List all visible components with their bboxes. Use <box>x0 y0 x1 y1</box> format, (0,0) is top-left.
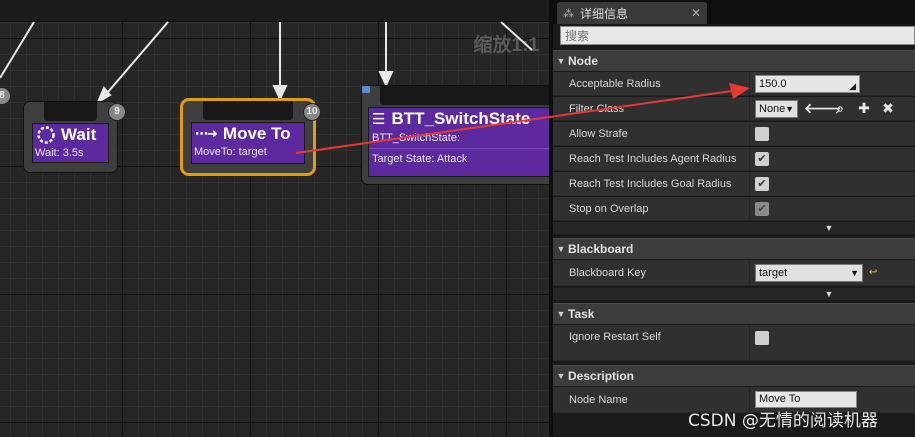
prop-row-blackboard-key: Blackboard Key target ▼ ↩ <box>553 260 915 286</box>
collapse-arrow-icon: ▼ <box>556 371 566 381</box>
details-panel: ⁂ 详细信息 ✕ ▼ Node Acceptable Radius 150.0 … <box>549 0 915 437</box>
move-to-node[interactable]: ⋯➜ Move To MoveTo: target <box>183 101 313 173</box>
blackboard-advanced-expander[interactable]: ▼ <box>553 288 915 300</box>
wire-4-arrowhead <box>378 71 394 88</box>
section-blackboard-title: Blackboard <box>568 242 634 256</box>
prop-row-acceptable-radius: Acceptable Radius 150.0 ◢ <box>553 72 915 96</box>
allow-strafe-checkbox[interactable] <box>755 126 769 141</box>
reach-agent-label: Reach Test Includes Agent Radius <box>553 147 750 170</box>
chevron-down-icon: ▼ <box>850 267 859 278</box>
move-arrow-icon: ⋯➜ <box>195 126 218 141</box>
wire-2 <box>107 21 169 93</box>
wait-node[interactable]: Wait Wait: 3.5s <box>24 102 117 172</box>
btt-node-subtitle: BTT_SwitchState: <box>372 132 461 144</box>
browse-search-icon[interactable]: ⌕ <box>828 100 852 117</box>
section-task-title: Task <box>568 307 595 321</box>
clear-icon[interactable]: ✖ <box>876 100 900 117</box>
details-tab-icon: ⁂ <box>563 7 574 20</box>
collapse-arrow-icon: ▼ <box>556 56 566 66</box>
move-to-node-subtitle: MoveTo: target <box>194 146 267 158</box>
expand-arrow-icon: ▼ <box>824 223 834 233</box>
details-search-input[interactable] <box>560 26 915 45</box>
prop-row-reach-agent: Reach Test Includes Agent Radius ✔ <box>553 147 915 171</box>
acceptable-radius-value: 150.0 <box>759 77 787 90</box>
expand-arrow-icon: ▼ <box>824 289 834 299</box>
drag-grip-icon[interactable]: ◢ <box>849 78 856 94</box>
prop-row-ignore-restart: Ignore Restart Self <box>553 325 915 361</box>
move-to-node-body: ⋯➜ Move To MoveTo: target <box>191 122 305 164</box>
collapse-arrow-icon: ▼ <box>556 309 566 319</box>
reset-to-default-icon[interactable]: ↩ <box>869 267 877 278</box>
filter-class-label: Filter Class <box>553 97 750 120</box>
blueprint-icon <box>362 86 370 93</box>
btt-input-pin[interactable] <box>380 86 549 105</box>
reach-goal-checkbox[interactable]: ✔ <box>755 176 769 191</box>
wire-1 <box>0 21 35 79</box>
section-node-header[interactable]: ▼ Node <box>553 50 915 71</box>
prop-row-filter-class: Filter Class None ▼ 🡐 ⌕ ✚ ✖ <box>553 97 915 121</box>
filter-class-dropdown[interactable]: None ▼ <box>755 99 798 118</box>
allow-strafe-label: Allow Strafe <box>553 122 750 145</box>
chevron-down-icon: ▼ <box>785 103 794 114</box>
behavior-tree-graph[interactable]: 缩放1:1 8 Wait Wait: 3.5s 9 ⋯➜ Move To Mov… <box>0 0 549 437</box>
stop-overlap-checkbox[interactable]: ✔ <box>755 201 769 216</box>
section-blackboard-header[interactable]: ▼ Blackboard <box>553 238 915 259</box>
wait-node-badge: 9 <box>109 104 125 120</box>
blackboard-key-value: target <box>759 266 788 279</box>
move-to-input-pin[interactable] <box>203 101 293 120</box>
add-icon[interactable]: ✚ <box>852 100 876 117</box>
blackboard-key-label: Blackboard Key <box>553 260 750 285</box>
close-icon[interactable]: ✕ <box>691 6 701 20</box>
use-selected-arrow-icon[interactable]: 🡐 <box>804 100 842 117</box>
section-description-title: Description <box>568 369 635 383</box>
section-description-header[interactable]: ▼ Description <box>553 365 915 386</box>
btt-switch-state-node[interactable]: ☰ BTT_SwitchState BTT_SwitchState: Targe… <box>362 86 549 184</box>
details-tab-bar: ⁂ 详细信息 ✕ <box>553 0 915 24</box>
wire-2-arrowhead <box>95 86 112 105</box>
prop-row-reach-goal: Reach Test Includes Goal Radius ✔ <box>553 172 915 196</box>
reach-goal-label: Reach Test Includes Goal Radius <box>553 172 750 195</box>
wait-node-input-pin[interactable] <box>44 102 97 121</box>
section-task-header[interactable]: ▼ Task <box>553 303 915 324</box>
task-list-icon: ☰ <box>372 111 386 128</box>
wait-node-title: Wait <box>61 125 97 144</box>
wait-node-body: Wait Wait: 3.5s <box>32 123 109 163</box>
wait-clock-icon <box>37 126 55 144</box>
btt-node-title: BTT_SwitchState <box>391 109 531 128</box>
btt-node-detail: Target State: Attack <box>372 153 468 165</box>
acceptable-radius-label: Acceptable Radius <box>553 72 750 95</box>
blackboard-key-dropdown[interactable]: target ▼ <box>755 263 863 282</box>
acceptable-radius-input[interactable]: 150.0 ◢ <box>755 74 860 94</box>
stop-overlap-label: Stop on Overlap <box>553 197 750 220</box>
btt-divider <box>369 148 549 149</box>
move-to-node-badge: 10 <box>304 104 320 120</box>
watermark: CSDN @无情的阅读机器 <box>688 411 878 431</box>
ignore-restart-checkbox[interactable] <box>755 331 769 345</box>
details-tab-title: 详细信息 <box>580 6 629 21</box>
filter-class-value: None <box>759 102 786 115</box>
collapse-arrow-icon: ▼ <box>556 244 566 254</box>
details-tab[interactable]: ⁂ 详细信息 ✕ <box>557 2 707 24</box>
node-advanced-expander[interactable]: ▼ <box>553 222 915 234</box>
section-node-title: Node <box>568 54 598 68</box>
wire-5 <box>500 21 533 51</box>
prop-row-stop-overlap: Stop on Overlap ✔ <box>553 197 915 221</box>
graph-wires <box>0 21 533 105</box>
wire-3-arrowhead <box>272 85 288 102</box>
reach-agent-checkbox[interactable]: ✔ <box>755 151 769 166</box>
ignore-restart-label: Ignore Restart Self <box>553 325 750 360</box>
wait-node-subtitle: Wait: 3.5s <box>35 147 84 159</box>
btt-node-body: ☰ BTT_SwitchState BTT_SwitchState: Targe… <box>368 107 549 177</box>
move-to-node-title: Move To <box>222 124 291 143</box>
prop-row-allow-strafe: Allow Strafe <box>553 122 915 146</box>
